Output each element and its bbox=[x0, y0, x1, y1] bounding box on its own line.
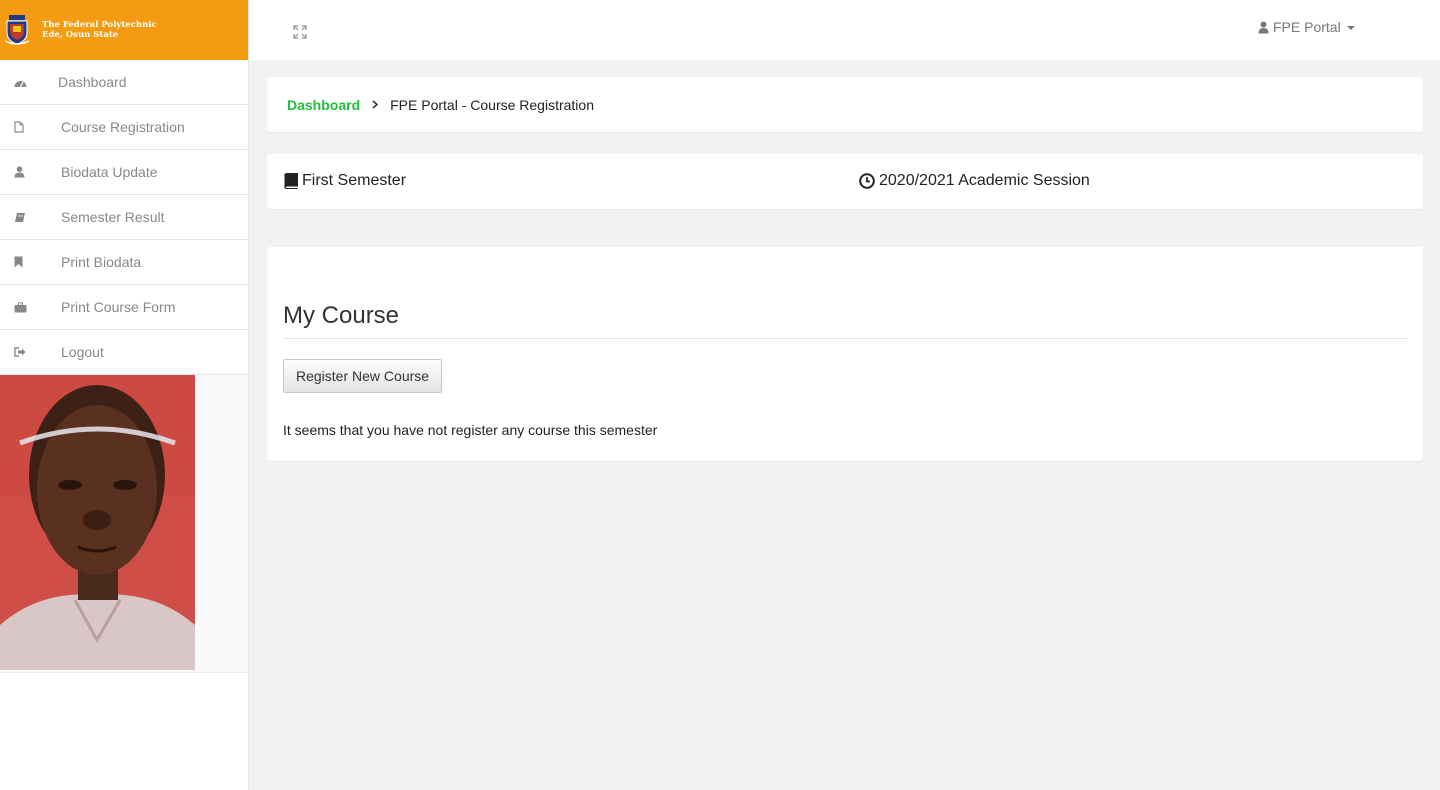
caret-down-icon bbox=[1346, 26, 1355, 30]
polytechnic-logo-icon bbox=[4, 14, 30, 46]
chevron-right-icon bbox=[372, 98, 379, 112]
session-info: 2020/2021 Academic Session bbox=[859, 172, 1090, 190]
sidebar-item-label: Biodata Update bbox=[61, 164, 158, 180]
sidebar-item-course-registration[interactable]: Course Registration bbox=[0, 105, 248, 150]
expand-fullscreen-icon[interactable] bbox=[293, 25, 307, 44]
sidebar-menu: Dashboard Course Registration Biodata Up… bbox=[0, 60, 248, 375]
sidebar-item-biodata-update[interactable]: Biodata Update bbox=[0, 150, 248, 195]
sidebar-item-print-course-form[interactable]: Print Course Form bbox=[0, 285, 248, 330]
sign-out-icon bbox=[0, 347, 40, 357]
briefcase-icon bbox=[0, 301, 40, 313]
semester-info: First Semester bbox=[284, 172, 406, 190]
sidebar-item-logout[interactable]: Logout bbox=[0, 330, 248, 375]
sidebar-item-label: Course Registration bbox=[61, 119, 185, 135]
brand-line-1: The Federal Polytechnic bbox=[42, 20, 157, 30]
brand-title: The Federal Polytechnic Ede, Osun State bbox=[42, 20, 157, 40]
breadcrumb: Dashboard FPE Portal - Course Registrati… bbox=[267, 77, 1423, 132]
sidebar-item-dashboard[interactable]: Dashboard bbox=[0, 60, 248, 105]
sidebar-item-label: Logout bbox=[61, 344, 104, 360]
sidebar-item-label: Print Biodata bbox=[61, 254, 142, 270]
bookmark-icon bbox=[0, 256, 40, 268]
brand-header[interactable]: The Federal Polytechnic Ede, Osun State bbox=[0, 0, 248, 60]
user-icon bbox=[1258, 21, 1269, 34]
breadcrumb-current: FPE Portal - Course Registration bbox=[390, 96, 594, 113]
student-photo bbox=[0, 375, 195, 670]
empty-courses-message: It seems that you have not register any … bbox=[283, 422, 658, 438]
page-title: My Course bbox=[283, 302, 400, 329]
sidebar-item-label: Print Course Form bbox=[61, 299, 176, 315]
divider bbox=[283, 338, 1407, 339]
semester-label: First Semester bbox=[302, 172, 407, 189]
semester-info-panel: First Semester 2020/2021 Academic Sessio… bbox=[267, 154, 1423, 209]
book-icon bbox=[0, 212, 40, 223]
sidebar-item-print-biodata[interactable]: Print Biodata bbox=[0, 240, 248, 285]
sidebar: The Federal Polytechnic Ede, Osun State … bbox=[0, 0, 249, 790]
user-menu-label: FPE Portal bbox=[1273, 19, 1341, 35]
user-menu-dropdown[interactable]: FPE Portal bbox=[1258, 19, 1355, 35]
breadcrumb-dashboard-link[interactable]: Dashboard bbox=[287, 97, 360, 113]
dashboard-icon bbox=[0, 77, 40, 88]
clock-icon bbox=[859, 173, 879, 189]
user-icon bbox=[0, 166, 40, 178]
session-label: 2020/2021 Academic Session bbox=[879, 172, 1090, 189]
sidebar-item-semester-result[interactable]: Semester Result bbox=[0, 195, 248, 240]
my-course-panel: My Course Register New Course It seems t… bbox=[267, 247, 1423, 461]
topbar: FPE Portal bbox=[249, 0, 1440, 60]
brand-line-2: Ede, Osun State bbox=[42, 30, 119, 40]
register-new-course-button[interactable]: Register New Course bbox=[283, 359, 443, 393]
file-icon bbox=[0, 121, 40, 133]
profile-photo-area bbox=[0, 375, 248, 673]
sidebar-item-label: Dashboard bbox=[58, 74, 127, 90]
sidebar-item-label: Semester Result bbox=[61, 209, 165, 225]
book-icon bbox=[284, 173, 302, 189]
